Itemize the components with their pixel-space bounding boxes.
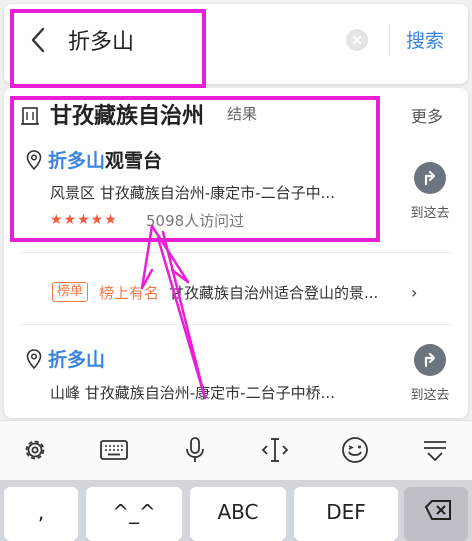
directions-button[interactable]: 到这去 [400, 344, 460, 404]
annotation-box-search [10, 9, 206, 88]
directions-label: 到这去 [410, 388, 450, 403]
clear-icon[interactable] [346, 29, 368, 51]
key-emoticon[interactable]: ^_^ [86, 487, 182, 541]
backspace-icon [424, 500, 451, 520]
directions-label: 到这去 [410, 206, 450, 221]
chevron-right-icon[interactable]: › [411, 283, 417, 302]
collapse-keyboard-icon[interactable] [420, 435, 450, 465]
more-link[interactable]: 更多 [411, 103, 443, 127]
ranking-badge: 榜单 [52, 282, 89, 302]
ranking-link[interactable]: 甘孜藏族自治州适合登山的景... [169, 282, 394, 303]
directions-icon [414, 162, 446, 194]
key-def[interactable]: DEF [294, 487, 398, 541]
ranking-lead: 榜上有名 [99, 284, 160, 302]
search-button[interactable]: 搜索 [406, 26, 444, 53]
keyboard-toolbar [0, 420, 472, 480]
text-cursor-icon[interactable] [260, 435, 290, 465]
gear-icon[interactable] [20, 435, 50, 465]
directions-icon [414, 344, 446, 376]
directions-button[interactable]: 到这去 [400, 162, 460, 222]
emoji-icon[interactable] [340, 435, 370, 465]
poi-address: 山峰 甘孜藏族自治州-康定市-二台子中桥... [50, 384, 335, 402]
poi-title-highlight: 折多山 [48, 349, 106, 371]
keyboard: , ^_^ ABC DEF [0, 480, 472, 541]
keyboard-icon[interactable] [99, 435, 129, 465]
key-abc[interactable]: ABC [190, 487, 286, 541]
search-divider [389, 26, 390, 54]
poi-title[interactable]: 折多山 [48, 345, 105, 372]
row-divider [20, 252, 452, 253]
backspace-button[interactable] [404, 487, 468, 541]
location-pin-icon [26, 349, 42, 369]
annotation-box-result [10, 96, 380, 242]
key-comma[interactable]: , [4, 487, 78, 541]
row-divider [20, 324, 452, 325]
microphone-icon[interactable] [180, 435, 210, 465]
